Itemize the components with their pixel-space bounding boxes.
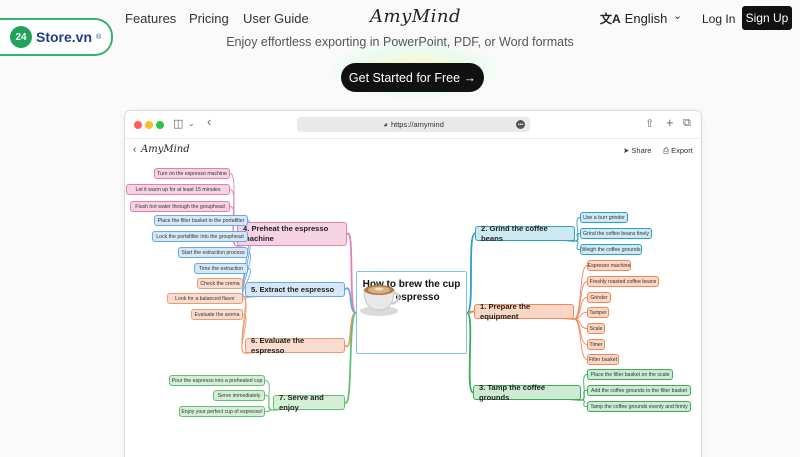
leaf-node[interactable]: Place the filter basket on the scale — [587, 369, 673, 380]
branch-node[interactable]: 1. Prepare the equipment — [474, 302, 574, 321]
signup-button[interactable]: Sign Up — [742, 6, 792, 30]
leaf-node[interactable]: Freshly roasted coffee beans — [587, 276, 659, 287]
top-nav: Features Pricing User Guide AmyMind 文A E… — [0, 0, 800, 36]
share-icon[interactable]: ⇧ — [645, 117, 654, 130]
connector-line — [573, 281, 588, 320]
branch-node[interactable]: 7. Serve and enjoy — [273, 393, 345, 412]
leaf-node[interactable]: Filter basket — [587, 354, 619, 365]
close-dot-icon[interactable] — [134, 121, 142, 129]
brand-logo[interactable]: AmyMind — [370, 6, 461, 27]
leaf-node[interactable]: Look for a balanced flavor — [167, 293, 243, 304]
maximize-dot-icon[interactable] — [156, 121, 164, 129]
translate-icon: 文A — [600, 12, 621, 26]
branch-node[interactable]: 4. Preheat the espresso machine — [237, 222, 347, 246]
sidebar-icon[interactable]: ◫ — [173, 117, 183, 130]
mindmap-canvas[interactable]: How to brew the cup of espresso 4. Prehe… — [125, 163, 701, 457]
minimize-dot-icon[interactable] — [145, 121, 153, 129]
leaf-node[interactable]: Weigh the coffee grounds — [580, 244, 642, 255]
chevron-down-icon[interactable]: ⌄ — [673, 9, 682, 22]
leaf-node[interactable]: Timer — [587, 339, 605, 350]
leaf-node[interactable]: Grinder — [587, 292, 611, 303]
leaf-node[interactable]: Enjoy your perfect cup of espresso! — [179, 406, 265, 417]
hero-subtitle: Enjoy effortless exporting in PowerPoint… — [226, 35, 574, 49]
leaf-node[interactable]: Start the extraction process — [178, 247, 248, 258]
leaf-node[interactable]: Check the crema — [197, 278, 243, 289]
app-toolbar: ‹ AmyMind ➤ Share ⎙ Export — [125, 139, 701, 163]
leaf-node[interactable]: Tamper — [587, 307, 609, 318]
leaf-node[interactable]: Tamp the coffee grounds evenly and firml… — [587, 401, 691, 412]
leaf-node[interactable]: Scale — [587, 323, 605, 334]
nav-user-guide[interactable]: User Guide — [243, 11, 309, 26]
leaf-node[interactable]: Pour the espresso into a preheated cup — [169, 375, 265, 386]
leaf-node[interactable]: Time the extraction — [194, 263, 248, 274]
leaf-node[interactable]: Serve immediately — [213, 390, 265, 401]
leaf-node[interactable]: Evaluate the aroma — [191, 309, 243, 320]
nav-features[interactable]: Features — [125, 11, 176, 26]
leaf-node[interactable]: Grind the coffee beans finely — [580, 228, 652, 239]
send-icon: ➤ — [623, 146, 630, 155]
export-button[interactable]: ⎙ Export — [663, 146, 693, 156]
nav-pricing[interactable]: Pricing — [189, 11, 229, 26]
address-bar[interactable]: ◕ https://amymind ••• — [297, 117, 530, 132]
share-button[interactable]: ➤ Share — [623, 146, 651, 155]
browser-window: ◫ ⌄ ‹ ◕ https://amymind ••• ⇧ + ⧉ ‹ AmyM… — [124, 110, 702, 457]
branch-node[interactable]: 6. Evaluate the espresso — [245, 336, 345, 355]
branch-node[interactable]: 2. Grind the coffee beans — [475, 224, 575, 243]
leaf-node[interactable]: Lock the portafilter into the grouphead — [152, 231, 248, 242]
globe-icon: ◕ — [383, 120, 388, 129]
leaf-node[interactable]: Espresso machine — [587, 260, 631, 271]
leaf-node[interactable]: Use a burr grinder — [580, 212, 628, 223]
leaf-node[interactable]: Let it warm up for at least 15 minutes — [126, 184, 230, 195]
mindmap-center-node[interactable]: How to brew the cup of espresso — [356, 271, 467, 354]
branch-node[interactable]: 5. Extract the espresso — [245, 282, 345, 297]
get-started-button[interactable]: Get Started for Free → — [341, 63, 484, 92]
leaf-node[interactable]: Flush hot water through the grouphead — [130, 201, 230, 212]
leaf-node[interactable]: Turn on the espresso machine — [154, 168, 230, 179]
connector-line — [264, 409, 274, 412]
back-arrow-icon[interactable]: ‹ — [207, 114, 211, 129]
coffee-cup-icon — [360, 285, 400, 316]
language-selector[interactable]: 文A English — [600, 10, 667, 27]
browser-chrome: ◫ ⌄ ‹ ◕ https://amymind ••• ⇧ + ⧉ — [125, 111, 701, 139]
back-icon[interactable]: ‹ — [133, 144, 136, 155]
leaf-node[interactable]: Place the filter basket in the portafilt… — [154, 215, 248, 226]
login-link[interactable]: Log In — [702, 12, 735, 26]
connector-line — [264, 395, 274, 411]
more-icon[interactable]: ••• — [516, 120, 525, 129]
connector-line — [573, 318, 588, 360]
tabs-icon[interactable]: ⧉ — [683, 117, 691, 130]
export-icon: ⎙ — [663, 146, 669, 155]
app-logo: AmyMind — [141, 144, 190, 155]
new-tab-icon[interactable]: + — [666, 115, 674, 130]
branch-node[interactable]: 3. Tamp the coffee grounds — [473, 383, 581, 402]
leaf-node[interactable]: Add the coffee grounds to the filter bas… — [587, 385, 691, 396]
connector-line — [573, 265, 588, 320]
chevron-down-icon[interactable]: ⌄ — [188, 119, 195, 128]
url-text: https://amymind — [390, 120, 444, 129]
language-label: English — [624, 11, 668, 26]
